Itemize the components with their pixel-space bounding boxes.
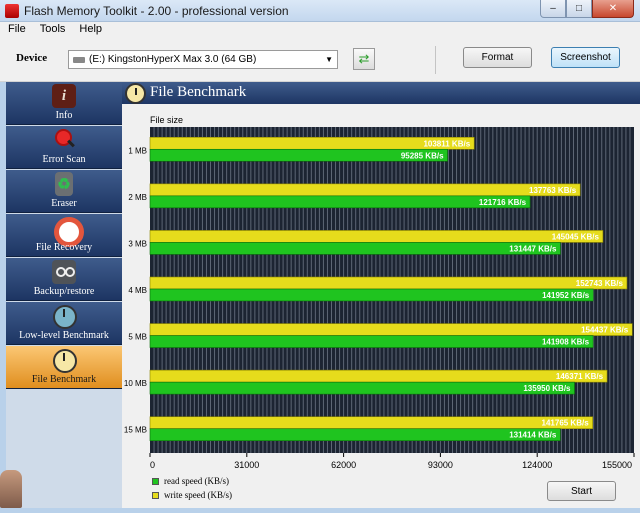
x-tick-label: 0: [150, 460, 155, 470]
sidebar-item-file-benchmark[interactable]: File Benchmark: [6, 346, 122, 389]
read-bar: [149, 428, 561, 442]
read-data-label: 95285 KB/s: [401, 151, 444, 160]
read-bar: [149, 288, 594, 302]
maximize-button[interactable]: □: [566, 0, 592, 18]
read-data-label: 141908 KB/s: [542, 338, 590, 347]
x-tick-label: 62000: [331, 460, 356, 470]
sidebar-item-label: Low-level Benchmark: [19, 330, 109, 341]
sidebar-item-low-level-benchmark[interactable]: Low-level Benchmark: [6, 302, 122, 345]
toolbar-divider: [435, 46, 436, 74]
window-title: Flash Memory Toolkit - 2.00 - profession…: [24, 4, 289, 18]
read-bar: [149, 195, 531, 209]
x-tick-label: 155000: [602, 460, 632, 470]
x-tick-label: 31000: [234, 460, 259, 470]
benchmark-chart: File size 1 MB 103811 KB/s 95285 KB/s 2 MB 13…: [124, 115, 635, 470]
tape-icon: [52, 260, 76, 284]
sidebar-item-label: File Recovery: [35, 242, 93, 253]
device-label: Device: [16, 52, 48, 64]
benchmark-panel: File size 1 MB 103811 KB/s 95285 KB/s 2 MB 13…: [122, 104, 640, 508]
sidebar-item-label: Eraser: [51, 198, 77, 209]
menu-help[interactable]: Help: [71, 22, 108, 38]
legend-label-read: read speed (KB/s): [164, 476, 229, 486]
chevron-down-icon: ▼: [325, 55, 333, 64]
sidebar-item-file-recovery[interactable]: File Recovery: [6, 214, 122, 257]
write-bar: [149, 416, 593, 430]
category-label: 1 MB: [128, 146, 147, 155]
sidebar-item-label: Error Scan: [42, 154, 86, 165]
write-bar: [149, 323, 633, 336]
sidebar-item-label: Backup/restore: [33, 286, 95, 297]
sidebar-item-label: Info: [55, 110, 73, 121]
category-label: 15 MB: [124, 426, 147, 435]
avatar: [0, 470, 22, 508]
write-data-label: 141765 KB/s: [542, 419, 590, 428]
toolbar: Device (E:) KingstonHyperX Max 3.0 (64 G…: [0, 38, 640, 82]
write-data-label: 154437 KB/s: [581, 326, 629, 335]
recycle-bin-icon: ♻: [55, 172, 73, 196]
category-label: 2 MB: [128, 193, 147, 202]
y-axis-title: File size: [150, 115, 183, 125]
magnifier-icon: [52, 128, 76, 152]
write-data-label: 152743 KB/s: [576, 279, 624, 288]
read-data-label: 121716 KB/s: [479, 198, 527, 207]
category-label: 3 MB: [128, 239, 147, 248]
write-bar: [149, 276, 628, 290]
sidebar-item-label: File Benchmark: [31, 374, 97, 385]
x-tick-label: 93000: [428, 460, 453, 470]
title-bar: Flash Memory Toolkit - 2.00 - profession…: [0, 0, 640, 22]
category-label: 4 MB: [128, 286, 147, 295]
legend-swatch-write: [152, 491, 159, 499]
sidebar-item-info[interactable]: i Info: [6, 82, 122, 125]
clock-icon: [125, 83, 146, 104]
write-data-label: 146371 KB/s: [556, 372, 604, 381]
read-data-label: 135950 KB/s: [523, 384, 571, 393]
sidebar-item-eraser[interactable]: ♻ Eraser: [6, 170, 122, 213]
info-icon: i: [52, 84, 76, 108]
write-bar: [149, 183, 581, 197]
sidebar-item-backup-restore[interactable]: Backup/restore: [6, 258, 122, 301]
read-data-label: 141952 KB/s: [542, 291, 590, 300]
minimize-button[interactable]: –: [540, 0, 566, 18]
legend-label-write: write speed (KB/s): [164, 490, 232, 500]
category-label: 10 MB: [124, 379, 147, 388]
read-data-label: 131414 KB/s: [509, 431, 557, 440]
category-label: 5 MB: [128, 333, 147, 342]
screenshot-button[interactable]: Screenshot: [551, 47, 620, 68]
legend-swatch-read: [152, 477, 159, 485]
drive-icon: [73, 56, 85, 63]
read-bar: [149, 242, 561, 255]
app-icon: [5, 4, 19, 18]
refresh-button[interactable]: ⇄: [353, 48, 375, 70]
legend-read: read speed (KB/s): [152, 476, 229, 486]
read-bar: [149, 381, 575, 395]
menu-bar: File Tools Help: [0, 22, 640, 38]
page-title: File Benchmark: [150, 84, 247, 100]
close-button[interactable]: ✕: [592, 0, 634, 18]
read-data-label: 131447 KB/s: [509, 244, 557, 253]
sidebar-item-error-scan[interactable]: Error Scan: [6, 126, 122, 169]
sidebar: i Info Error Scan ♻ Eraser File Recovery…: [6, 82, 122, 508]
write-bar: [149, 230, 604, 243]
clock-icon: [52, 304, 77, 329]
window-controls: – □ ✕: [540, 0, 634, 18]
clock-icon: [52, 348, 77, 373]
write-bar: [149, 369, 608, 383]
format-button[interactable]: Format: [463, 47, 532, 68]
write-data-label: 145045 KB/s: [552, 232, 600, 241]
content-header: File Benchmark: [122, 82, 640, 104]
write-data-label: 103811 KB/s: [423, 139, 470, 148]
menu-file[interactable]: File: [0, 22, 32, 38]
read-bar: [149, 335, 594, 348]
legend-write: write speed (KB/s): [152, 490, 232, 500]
device-dropdown[interactable]: (E:) KingstonHyperX Max 3.0 (64 GB) ▼: [68, 50, 338, 69]
lifebuoy-icon: [52, 216, 84, 247]
start-button[interactable]: Start: [547, 481, 616, 501]
device-value: (E:) KingstonHyperX Max 3.0 (64 GB): [89, 54, 257, 65]
x-tick-label: 124000: [522, 460, 552, 470]
refresh-icon: ⇄: [358, 51, 370, 66]
menu-tools[interactable]: Tools: [32, 22, 72, 38]
write-data-label: 137763 KB/s: [529, 186, 577, 195]
